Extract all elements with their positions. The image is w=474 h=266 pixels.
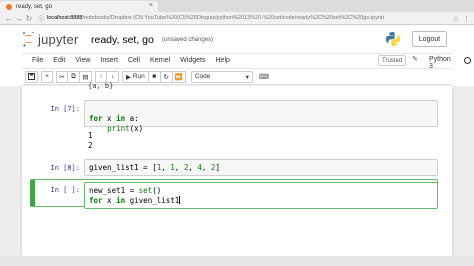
logout-button[interactable]: Logout [412, 31, 447, 47]
text-cursor [179, 196, 181, 204]
run-label: Run [132, 73, 145, 80]
tab-close-icon[interactable]: × [149, 2, 153, 9]
reload-icon[interactable]: ↻ [24, 14, 34, 23]
add-cell-icon[interactable]: + [41, 70, 53, 83]
cell-7-input[interactable]: for x in a: print(x) [84, 100, 438, 133]
kernel-status-icon [464, 57, 471, 64]
save-status: (unsaved changes) [162, 37, 214, 43]
menu-widgets[interactable]: Widgets [180, 57, 205, 64]
cell-type-select[interactable]: Code ▾ [190, 70, 253, 83]
restart-icon[interactable]: ↻ [160, 70, 173, 83]
keyboard-icon[interactable]: ⌨ [259, 73, 269, 81]
menu-kernel[interactable]: Kernel [150, 57, 170, 64]
menu-help[interactable]: Help [216, 57, 230, 64]
jupyter-logo-text: jupyter [38, 31, 79, 47]
pencil-icon[interactable]: ✎ [412, 55, 418, 63]
browser-tabstrip: ready, set, go × [0, 0, 474, 12]
address-path: /notebooks/Dropbox (CN YouTube%20(C5%20D… [82, 15, 385, 21]
move-down-icon[interactable]: ↓ [107, 70, 119, 83]
browser-toolbar: ← → ↻ ⓘ localhost:8888/notebooks/Dropbox… [0, 12, 474, 25]
menu-cell[interactable]: Cell [128, 57, 140, 64]
menu-edit[interactable]: Edit [53, 57, 65, 64]
notebook-title[interactable]: ready, set, go [91, 34, 154, 46]
jupyter-logo-icon [23, 31, 34, 47]
python-logo-icon [386, 32, 400, 46]
menu-bar: File Edit View Insert Cell Kernel Widget… [22, 53, 471, 70]
cell-8-prompt: In [8]: [50, 164, 80, 172]
copy-icon[interactable]: ⧉ [68, 70, 80, 83]
menu-view[interactable]: View [75, 57, 90, 64]
jupyter-favicon-icon [6, 3, 12, 10]
notebook-area: {a, b} In [7]: for x in a: print(x) 1 2 … [0, 82, 474, 256]
output-line-2: 2 [88, 141, 93, 150]
partial-output: {a, b} [88, 82, 114, 90]
address-host: localhost:8888 [47, 15, 83, 21]
run-button[interactable]: ▶︎ Run [122, 70, 149, 83]
run-icon: ▶︎ [126, 73, 133, 81]
paste-icon[interactable]: ▤ [80, 70, 92, 83]
menu-icon[interactable]: ⋮ [463, 15, 470, 23]
star-icon[interactable]: ☆ [453, 15, 459, 23]
menu-insert[interactable]: Insert [100, 57, 118, 64]
save-icon[interactable] [25, 70, 38, 83]
output-line-1: 1 [88, 131, 93, 140]
forward-icon[interactable]: → [14, 14, 24, 23]
tab-title: ready, set, go [16, 3, 52, 10]
chevron-down-icon: ▾ [245, 73, 249, 81]
cell-type-value: Code [194, 73, 211, 80]
cell-8-input[interactable]: given_list1 = [1, 1, 2, 4, 2] [84, 159, 438, 176]
trusted-badge[interactable]: Trusted [378, 55, 407, 66]
cell-7-prompt: In [7]: [50, 105, 80, 113]
back-icon[interactable]: ← [4, 14, 14, 23]
move-up-icon[interactable]: ↑ [95, 70, 107, 83]
jupyter-header: jupyter ready, set, go (unsaved changes)… [0, 25, 474, 53]
bottom-bar [0, 256, 474, 266]
cut-icon[interactable]: ✂ [56, 70, 68, 83]
cell-9-prompt: In [ ]: [50, 186, 80, 194]
cell-7-output: 1 2 [88, 131, 93, 151]
jupyter-logo[interactable]: jupyter [22, 31, 78, 47]
interrupt-icon[interactable]: ■ [148, 70, 161, 83]
cell-9-input[interactable]: new_set1 = set() for x in given_list1 [84, 182, 438, 209]
address-bar[interactable]: ⓘ localhost:8888/notebooks/Dropbox (CN Y… [38, 13, 474, 23]
browser-tab[interactable]: ready, set, go × [0, 1, 158, 12]
info-icon[interactable]: ⓘ [38, 14, 44, 23]
browser-extension-icons: ☆ ⋮ [453, 12, 470, 25]
notebook-container: {a, b} In [7]: for x in a: print(x) 1 2 … [22, 82, 452, 256]
menu-file[interactable]: File [32, 57, 43, 64]
restart-run-all-icon[interactable]: ⏩ [172, 70, 186, 83]
notebook-toolbar: + ✂ ⧉ ▤ ↑ ↓ ▶︎ Run ■ ↻ ⏩ Code ▾ ⌨ [22, 68, 452, 85]
